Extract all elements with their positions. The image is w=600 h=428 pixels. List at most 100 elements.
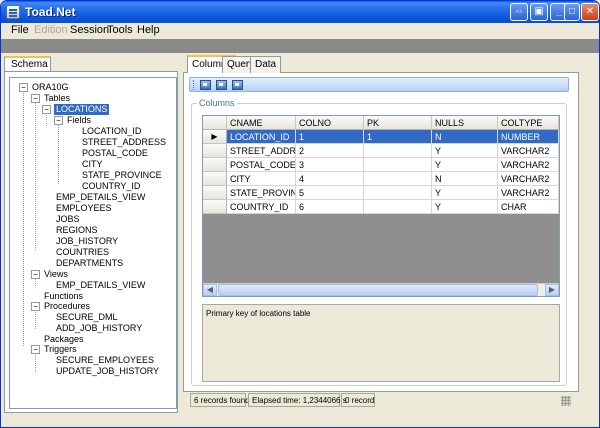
row-header (203, 186, 227, 200)
col-header-pk[interactable]: PK (364, 116, 432, 130)
scroll-thumb[interactable] (218, 284, 538, 296)
toolbar-grip-icon[interactable] (193, 80, 195, 90)
collapse-procedures-icon[interactable]: − (31, 302, 40, 311)
scroll-left-icon[interactable]: ◀ (203, 284, 217, 296)
table-row[interactable]: STREET_ADDR... 2 Y VARCHAR2 (203, 144, 559, 158)
tab-schema[interactable]: Schema (4, 56, 51, 72)
cell-coltype[interactable]: VARCHAR2 (498, 158, 559, 172)
cell-nulls[interactable]: Y (432, 158, 498, 172)
maximize-button[interactable]: □ (564, 3, 580, 21)
menu-help[interactable]: Help (137, 24, 160, 36)
cell-nulls[interactable]: N (432, 130, 498, 144)
menu-edition[interactable]: Edition (34, 24, 68, 36)
tree-table-item[interactable]: EMP_DETAILS_VIEW (56, 192, 145, 203)
tree-field-item[interactable]: COUNTRY_ID (82, 181, 140, 192)
cell-pk[interactable] (364, 172, 432, 186)
tree-triggers[interactable]: Triggers (44, 344, 77, 355)
grid-hscrollbar[interactable]: ◀ ▶ (203, 283, 559, 296)
cell-colno[interactable]: 2 (296, 144, 364, 158)
cell-colno[interactable]: 6 (296, 200, 364, 214)
tab-data[interactable]: Data (250, 56, 282, 73)
tree-trigger-item[interactable]: SECURE_EMPLOYEES (56, 355, 154, 366)
tree-procedures[interactable]: Procedures (44, 301, 90, 312)
status-records: 6 records found (190, 393, 250, 407)
collapse-fields-icon[interactable]: − (54, 116, 63, 125)
cell-nulls[interactable]: Y (432, 186, 498, 200)
menu-tools[interactable]: Tools (107, 24, 133, 36)
app-window: Toad.Net ⇔ ▣ _ □ ✕ File Edition Session … (0, 0, 600, 428)
cell-cname[interactable]: POSTAL_CODE (227, 158, 296, 172)
cell-nulls[interactable]: Y (432, 144, 498, 158)
col-header-coltype[interactable]: COLTYPE (498, 116, 559, 130)
cell-cname[interactable]: CITY (227, 172, 296, 186)
tree-tables[interactable]: Tables (44, 93, 70, 104)
cell-cname[interactable]: STREET_ADDR... (227, 144, 296, 158)
collapse-root-icon[interactable]: − (19, 83, 28, 92)
cell-cname[interactable]: COUNTRY_ID (227, 200, 296, 214)
tree-field-item[interactable]: STREET_ADDRESS (82, 137, 166, 148)
table-row[interactable]: POSTAL_CODE 3 Y VARCHAR2 (203, 158, 559, 172)
window-small-icon[interactable]: ▣ (530, 3, 548, 21)
tree-procedure-item[interactable]: SECURE_DML (56, 312, 118, 323)
table-row[interactable]: COUNTRY_ID 6 Y CHAR (203, 200, 559, 214)
menu-file[interactable]: File (11, 24, 29, 36)
tree-table-item[interactable]: EMPLOYEES (56, 203, 112, 214)
tree-table-item[interactable]: JOB_HISTORY (56, 236, 118, 247)
tree-views[interactable]: Views (44, 269, 68, 280)
tree-field-item[interactable]: STATE_PROVINCE (82, 170, 162, 181)
tree-root[interactable]: ORA10G (32, 82, 69, 93)
tree-table-locations[interactable]: LOCATIONS (54, 104, 110, 115)
collapse-tables-icon[interactable]: − (31, 94, 40, 103)
restore-icon[interactable]: ⇔ (510, 3, 528, 21)
cell-pk[interactable] (364, 200, 432, 214)
cell-cname[interactable]: STATE_PROVIN... (227, 186, 296, 200)
collapse-locations-icon[interactable]: − (42, 105, 51, 114)
table-row[interactable]: STATE_PROVIN... 5 Y VARCHAR2 (203, 186, 559, 200)
cell-coltype[interactable]: CHAR (498, 200, 559, 214)
tree-field-item[interactable]: LOCATION_ID (82, 126, 141, 137)
columns-grid[interactable]: CNAME COLNO PK NULLS COLTYPE ▶ LOCATION_… (202, 115, 560, 297)
cell-nulls[interactable]: Y (432, 200, 498, 214)
cell-cname[interactable]: LOCATION_ID (227, 130, 296, 144)
title-bar[interactable]: Toad.Net ⇔ ▣ _ □ ✕ (1, 1, 599, 23)
cell-coltype[interactable]: VARCHAR2 (498, 144, 559, 158)
cell-pk[interactable] (364, 144, 432, 158)
cell-pk[interactable] (364, 158, 432, 172)
menu-session[interactable]: Session (70, 24, 109, 36)
collapse-triggers-icon[interactable]: − (31, 345, 40, 354)
tree-table-item[interactable]: JOBS (56, 214, 80, 225)
tree-field-item[interactable]: POSTAL_CODE (82, 148, 148, 159)
tree-table-item[interactable]: COUNTRIES (56, 247, 109, 258)
tree-table-item[interactable]: DEPARTMENTS (56, 258, 123, 269)
properties-icon[interactable] (232, 80, 243, 90)
table-row[interactable]: CITY 4 N VARCHAR2 (203, 172, 559, 186)
tree-table-item[interactable]: REGIONS (56, 225, 98, 236)
collapse-views-icon[interactable]: − (31, 270, 40, 279)
cell-colno[interactable]: 1 (296, 130, 364, 144)
col-header-nulls[interactable]: NULLS (432, 116, 498, 130)
cell-pk[interactable]: 1 (364, 130, 432, 144)
schema-tree[interactable]: − ORA10G − Tables − LOCATIONS − Fields L… (9, 77, 177, 409)
row-header (203, 172, 227, 186)
cell-coltype[interactable]: NUMBER (498, 130, 559, 144)
cell-colno[interactable]: 5 (296, 186, 364, 200)
tree-fields[interactable]: Fields (67, 115, 91, 126)
refresh-icon[interactable] (200, 80, 211, 90)
cell-colno[interactable]: 4 (296, 172, 364, 186)
tree-procedure-item[interactable]: ADD_JOB_HISTORY (56, 323, 142, 334)
cell-coltype[interactable]: VARCHAR2 (498, 172, 559, 186)
scroll-right-icon[interactable]: ▶ (545, 284, 559, 296)
cell-coltype[interactable]: VARCHAR2 (498, 186, 559, 200)
cell-nulls[interactable]: N (432, 172, 498, 186)
cell-colno[interactable]: 3 (296, 158, 364, 172)
table-row[interactable]: ▶ LOCATION_ID 1 1 N NUMBER (203, 130, 559, 144)
tree-view-item[interactable]: EMP_DETAILS_VIEW (56, 280, 145, 291)
col-header-cname[interactable]: CNAME (227, 116, 296, 130)
export-icon[interactable] (216, 80, 227, 90)
col-header-colno[interactable]: COLNO (296, 116, 364, 130)
close-button[interactable]: ✕ (581, 3, 599, 21)
resize-grip-icon[interactable] (561, 396, 571, 406)
tree-trigger-item[interactable]: UPDATE_JOB_HISTORY (56, 366, 159, 377)
tree-field-item[interactable]: CITY (82, 159, 103, 170)
cell-pk[interactable] (364, 186, 432, 200)
